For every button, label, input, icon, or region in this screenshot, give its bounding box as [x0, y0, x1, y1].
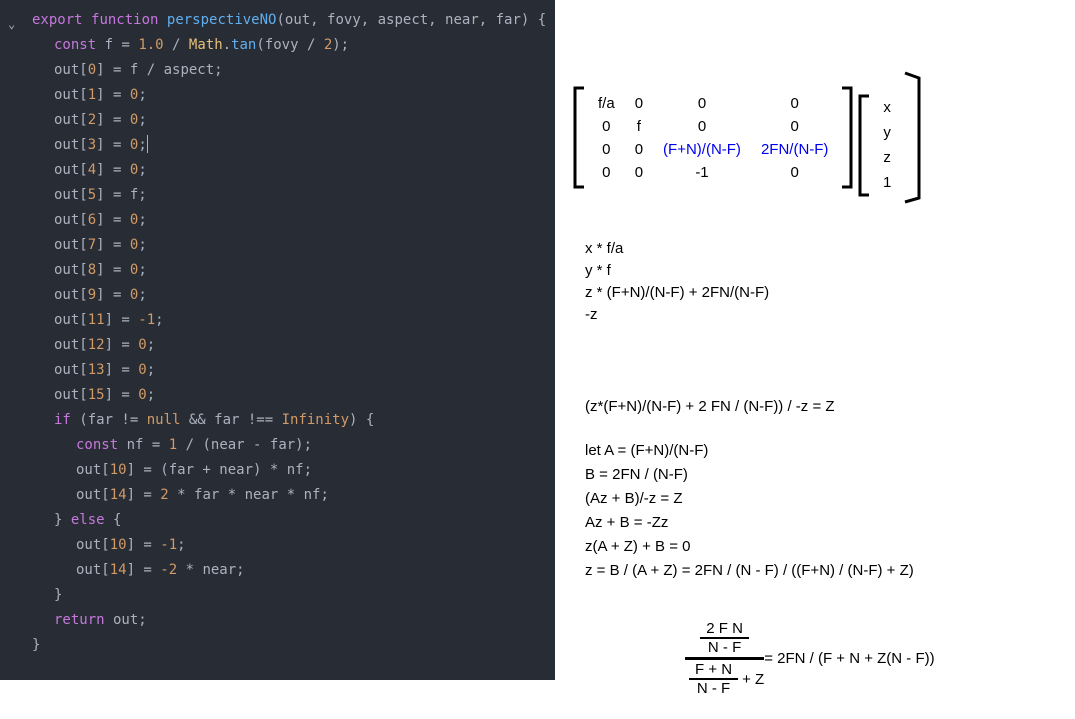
code-line: out[14] = -2 * near;: [0, 558, 555, 583]
math-notes: f/a000 0f00 00(F+N)/(N-F)2FN/(N-F) 00-10…: [555, 0, 1075, 719]
code-line: out[1] = 0;: [0, 83, 555, 108]
code-line: out[15] = 0;: [0, 383, 555, 408]
bracket-right-icon: [838, 85, 856, 190]
code-line: out[10] = -1;: [0, 533, 555, 558]
vector: x y z 1: [873, 94, 901, 196]
code-line: out[6] = 0;: [0, 208, 555, 233]
code-line: const f = 1.0 / Math.tan(fovy / 2);: [0, 33, 555, 58]
derivation-steps: (z*(F+N)/(N-F) + 2 FN / (N-F)) / -z = Z …: [585, 395, 914, 583]
text-cursor: [147, 135, 148, 153]
code-line: const nf = 1 / (near - far);: [0, 433, 555, 458]
code-line: out[8] = 0;: [0, 258, 555, 283]
code-line: out[13] = 0;: [0, 358, 555, 383]
fraction-expression: 2 F N N - F F + N N - F + Z = 2FN / (F +…: [685, 620, 935, 697]
code-line: out[5] = f;: [0, 183, 555, 208]
bracket-left-icon: [570, 85, 588, 190]
code-line: out[2] = 0;: [0, 108, 555, 133]
bracket-right-icon: [901, 70, 927, 205]
code-line: out[14] = 2 * far * near * nf;: [0, 483, 555, 508]
bracket-left-icon: [855, 93, 873, 198]
code-line: return out;: [0, 608, 555, 633]
matrix-expression: f/a000 0f00 00(F+N)/(N-F)2FN/(N-F) 00-10: [570, 85, 856, 190]
code-line: out[3] = 0;: [0, 133, 555, 158]
code-line: out[0] = f / aspect;: [0, 58, 555, 83]
code-line: out[9] = 0;: [0, 283, 555, 308]
code-line: if (far != null && far !== Infinity) {: [0, 408, 555, 433]
code-line: out[7] = 0;: [0, 233, 555, 258]
multiplication-result: x * f/a y * f z * (F+N)/(N-F) + 2FN/(N-F…: [585, 238, 769, 326]
code-editor[interactable]: ⌄ export function perspectiveNO(out, fov…: [0, 0, 555, 680]
vector-expression: x y z 1: [855, 85, 927, 205]
code-line: }: [0, 583, 555, 608]
code-line: } else {: [0, 508, 555, 533]
fold-icon[interactable]: ⌄: [8, 12, 15, 37]
code-line: out[11] = -1;: [0, 308, 555, 333]
code-line: out[12] = 0;: [0, 333, 555, 358]
code-line: export function perspectiveNO(out, fovy,…: [0, 8, 555, 33]
code-line: out[10] = (far + near) * nf;: [0, 458, 555, 483]
code-line: out[4] = 0;: [0, 158, 555, 183]
matrix: f/a000 0f00 00(F+N)/(N-F)2FN/(N-F) 00-10: [588, 92, 838, 184]
code-line: }: [0, 633, 555, 658]
